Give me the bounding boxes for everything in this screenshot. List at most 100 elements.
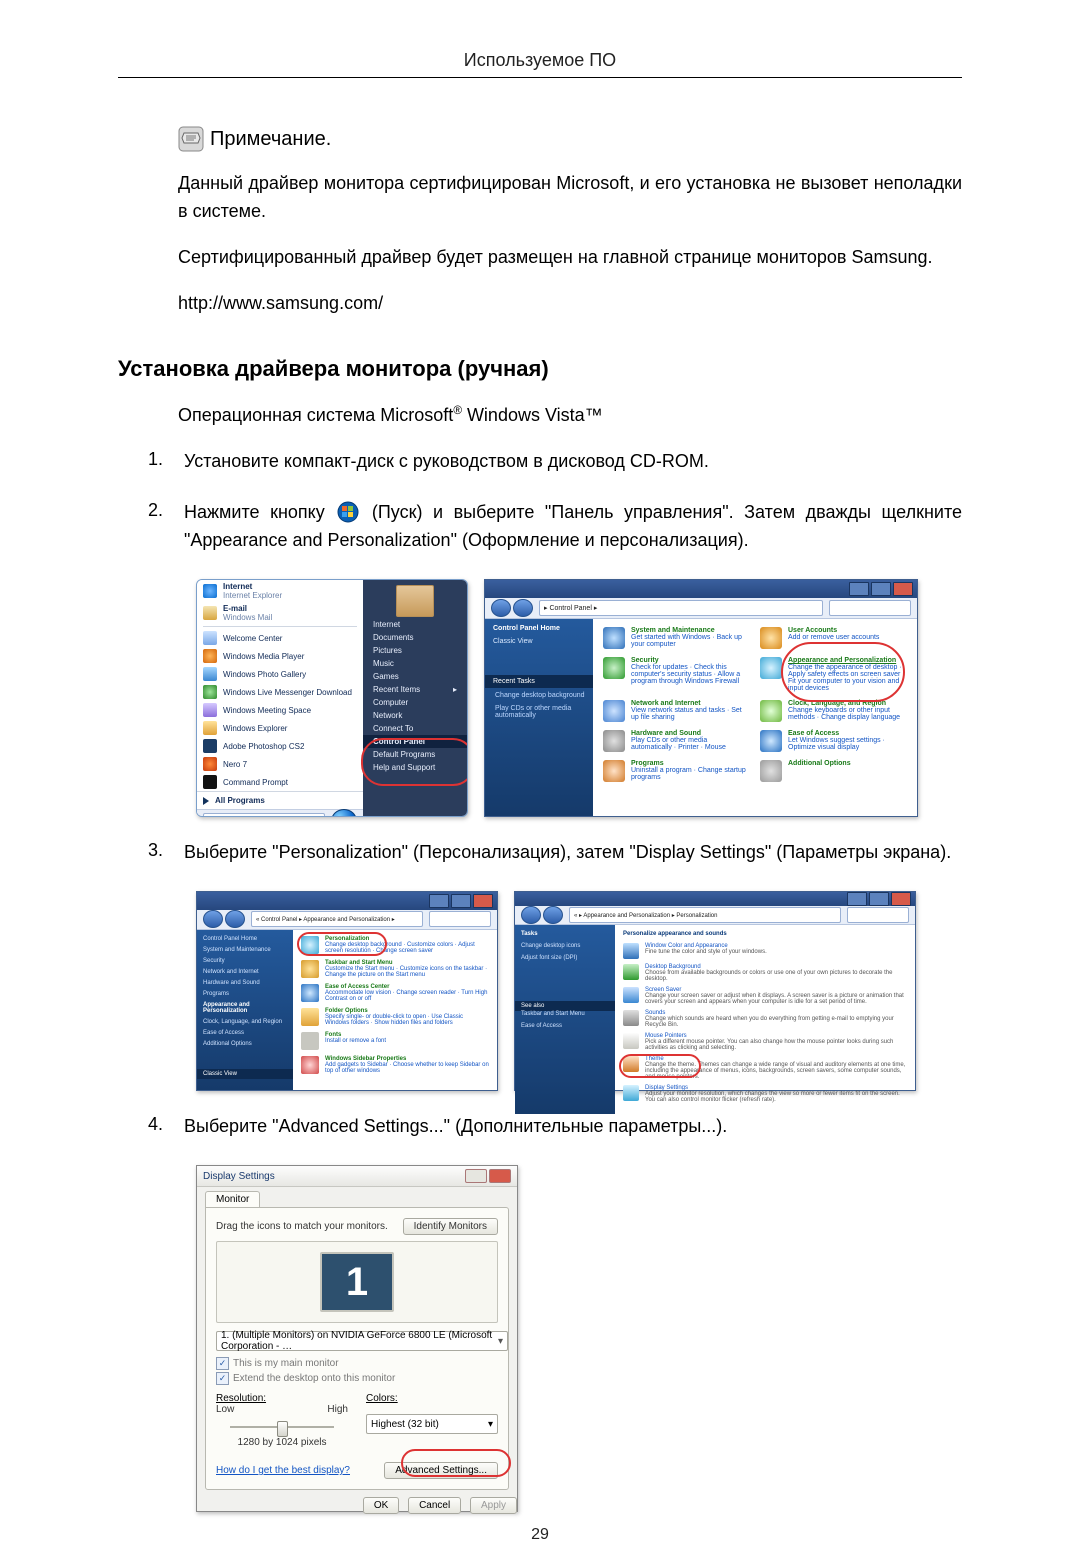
start-orb-icon[interactable] — [331, 809, 357, 817]
minimize-button[interactable] — [429, 894, 449, 908]
ok-button[interactable]: OK — [363, 1497, 399, 1514]
ie-icon — [203, 584, 217, 598]
nav-forward-button[interactable] — [543, 906, 563, 924]
cp-cat-title[interactable]: Security — [631, 657, 750, 664]
nav-back-button[interactable] — [491, 599, 511, 617]
advanced-settings-button[interactable]: Advanced Settings... — [384, 1462, 498, 1479]
cp-cat-title[interactable]: Hardware and Sound — [631, 730, 750, 737]
colors-select[interactable]: Highest (32 bit)▾ — [366, 1414, 498, 1434]
sm-item[interactable]: Internet — [223, 582, 282, 591]
cp-cat-title[interactable]: System and Maintenance — [631, 627, 750, 634]
sm-right-item[interactable]: Connect To — [363, 722, 467, 735]
search-input[interactable] — [829, 600, 911, 616]
cp-side-recent[interactable]: Change desktop background — [495, 692, 585, 699]
cp-cat-title[interactable]: User Accounts — [788, 627, 879, 634]
cp-side-link[interactable]: Network and Internet — [203, 969, 287, 975]
cp-side-recent[interactable]: Play CDs or other media automatically — [495, 705, 585, 719]
sm-item[interactable]: Welcome Center — [223, 634, 282, 643]
search-input[interactable] — [847, 907, 909, 923]
sm-item[interactable]: Nero 7 — [223, 760, 247, 769]
minimize-button[interactable] — [847, 892, 867, 906]
close-button[interactable] — [489, 1169, 511, 1183]
sm-right-item[interactable]: Internet — [363, 618, 467, 631]
close-button[interactable] — [473, 894, 493, 908]
tab-monitor[interactable]: Monitor — [205, 1191, 260, 1207]
check-main-monitor[interactable]: ✓ This is my main monitor — [216, 1357, 498, 1370]
cp-side-classic[interactable]: Classic View — [197, 1069, 293, 1079]
cp-side-link[interactable]: System and Maintenance — [203, 947, 287, 953]
nav-forward-button[interactable] — [513, 599, 533, 617]
messenger-icon — [203, 685, 217, 699]
nav-back-button[interactable] — [203, 910, 223, 928]
sm-right-item[interactable]: Recent Items ▸ — [363, 683, 467, 696]
nav-back-button[interactable] — [521, 906, 541, 924]
sm-item[interactable]: Adobe Photoshop CS2 — [223, 742, 304, 751]
display-icon — [623, 1085, 639, 1101]
sm-item[interactable]: Command Prompt — [223, 778, 288, 787]
sm-right-item[interactable]: Computer — [363, 696, 467, 709]
address-bar[interactable]: ▸ Control Panel ▸ — [539, 600, 823, 616]
note-para-2: Сертифицированный драйвер будет размещен… — [178, 244, 962, 272]
cp-cat-title[interactable]: Network and Internet — [631, 700, 750, 707]
sm-item[interactable]: Windows Media Player — [223, 652, 304, 661]
wallpaper-icon — [623, 964, 639, 980]
maximize-button[interactable] — [451, 894, 471, 908]
pe-side-link[interactable]: Taskbar and Start Menu — [521, 1011, 609, 1017]
cp-cat-title[interactable]: Clock, Language, and Region — [788, 700, 907, 707]
sm-right-item[interactable]: Default Programs — [363, 748, 467, 761]
identify-monitors-button[interactable]: Identify Monitors — [403, 1218, 498, 1235]
cp-side-home[interactable]: Control Panel Home — [203, 936, 287, 942]
sm-right-item[interactable]: Pictures — [363, 644, 467, 657]
cp-cat-title[interactable]: Programs — [631, 760, 750, 767]
sm-right-item[interactable]: Network — [363, 709, 467, 722]
cp-side-link[interactable]: Additional Options — [203, 1041, 287, 1047]
folder-icon — [301, 1008, 319, 1026]
sm-item[interactable]: Windows Meeting Space — [223, 706, 311, 715]
address-bar[interactable]: « ▸ Appearance and Personalization ▸ Per… — [569, 907, 841, 923]
cp-side-link[interactable]: Clock, Language, and Region — [203, 1019, 287, 1025]
sm-right-item[interactable]: Music — [363, 657, 467, 670]
slider-thumb[interactable] — [277, 1421, 288, 1437]
sm-item[interactable]: E-mail — [223, 604, 272, 613]
cp-cat-appearance[interactable]: Appearance and Personalization — [788, 657, 907, 664]
help-button[interactable] — [465, 1169, 487, 1183]
cp-side-link[interactable]: Security — [203, 958, 287, 964]
close-button[interactable] — [893, 582, 913, 596]
check-extend-desktop[interactable]: ✓ Extend the desktop onto this monitor — [216, 1372, 498, 1385]
search-input[interactable] — [429, 911, 491, 927]
maximize-button[interactable] — [869, 892, 889, 906]
all-programs[interactable]: All Programs — [197, 791, 363, 809]
sm-right-item[interactable]: Documents — [363, 631, 467, 644]
nav-forward-button[interactable] — [225, 910, 245, 928]
pe-side-link[interactable]: Ease of Access — [521, 1023, 609, 1029]
sm-item[interactable]: Windows Photo Gallery — [223, 670, 306, 679]
sm-item[interactable]: Windows Live Messenger Download — [223, 688, 352, 697]
sm-right-item[interactable]: Help and Support — [363, 761, 467, 774]
cp-side-classic[interactable]: Classic View — [493, 638, 585, 645]
monitor-select[interactable]: 1. (Multiple Monitors) on NVIDIA GeForce… — [216, 1331, 508, 1351]
cp-cat-title[interactable]: Ease of Access — [788, 730, 907, 737]
resolution-slider[interactable] — [216, 1419, 348, 1435]
pe-side-task[interactable]: Adjust font size (DPI) — [521, 955, 609, 961]
sm-right-control-panel[interactable]: Control Panel — [363, 735, 467, 748]
sm-right-item[interactable]: Games — [363, 670, 467, 683]
best-display-link[interactable]: How do I get the best display? — [216, 1465, 350, 1476]
cp-side-home[interactable]: Control Panel Home — [493, 625, 585, 632]
minimize-button[interactable] — [849, 582, 869, 596]
start-search-input[interactable] — [203, 813, 325, 817]
cp-side-current[interactable]: Appearance and Personalization — [203, 1002, 287, 1014]
cp-side-link[interactable]: Hardware and Sound — [203, 980, 287, 986]
cancel-button[interactable]: Cancel — [408, 1497, 461, 1514]
step-2-number: 2. — [148, 499, 184, 521]
maximize-button[interactable] — [871, 582, 891, 596]
cp-side-link[interactable]: Ease of Access — [203, 1030, 287, 1036]
monitor-preview[interactable]: 1 — [320, 1252, 394, 1312]
address-bar[interactable]: « Control Panel ▸ Appearance and Persona… — [251, 911, 423, 927]
apply-button[interactable]: Apply — [470, 1497, 517, 1514]
cp-cat-title[interactable]: Additional Options — [788, 760, 851, 767]
window-titlebar — [485, 580, 917, 598]
close-button[interactable] — [891, 892, 911, 906]
pe-side-task[interactable]: Change desktop icons — [521, 943, 609, 949]
cp-side-link[interactable]: Programs — [203, 991, 287, 997]
sm-item[interactable]: Windows Explorer — [223, 724, 287, 733]
